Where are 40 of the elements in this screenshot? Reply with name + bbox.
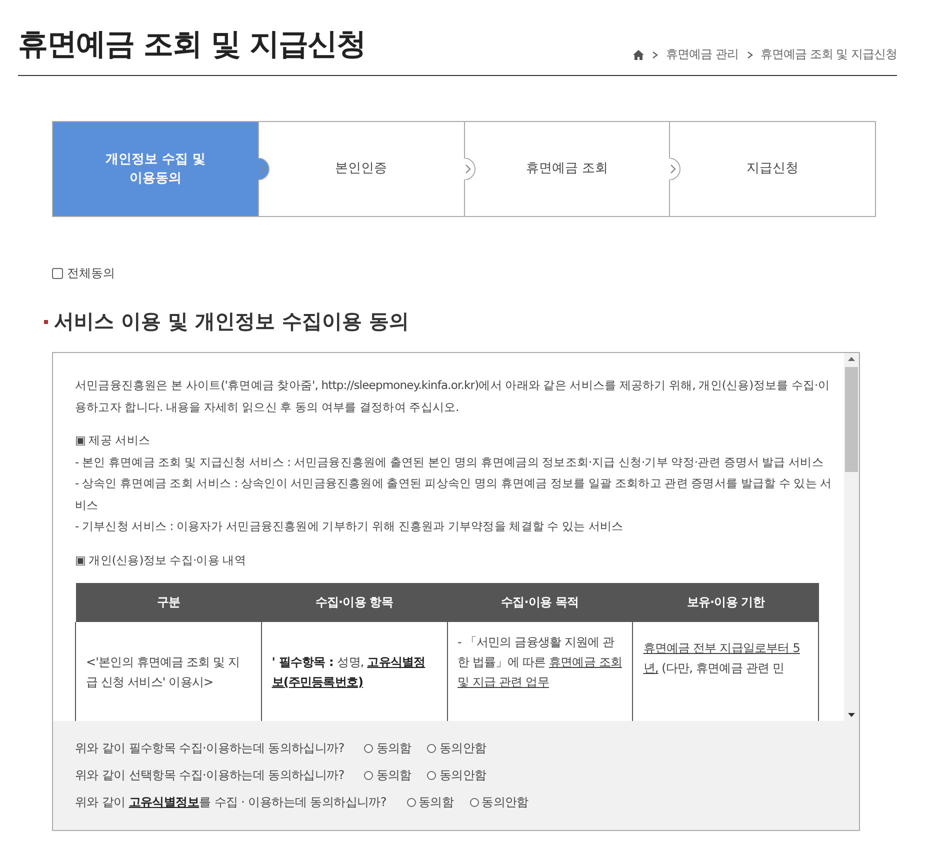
breadcrumb-link[interactable]: 휴면예금 조회 및 지급신청 — [760, 46, 897, 63]
bullet-icon — [44, 320, 48, 324]
question-text: 위와 같이 필수항목 수집·이용하는데 동의하십니까? — [75, 740, 344, 757]
radio-label: 동의안함 — [482, 794, 528, 811]
radio-label: 동의함 — [418, 794, 454, 811]
breadcrumb-link[interactable]: 휴면예금 관리 — [666, 46, 739, 63]
radio-button[interactable] — [427, 744, 436, 753]
radio-button[interactable] — [364, 744, 374, 753]
column-header: 수집·이용 목적 — [447, 583, 633, 622]
section-title: 서비스 이용 및 개인정보 수집이용 동의 — [54, 308, 409, 335]
page-title: 휴면예금 조회 및 지급신청 — [18, 26, 366, 64]
radio-label: 동의함 — [376, 740, 412, 757]
service-item: - 기부신청 서비스 : 이용자가 서민금융진흥원에 기부하기 위해 진흥원과 기부약정을 체결할 수 있는 서비스 — [75, 518, 624, 535]
question-text: 위와 같이 선택항목 수집·이용하는데 동의하십니까? — [75, 767, 344, 784]
radio-button[interactable] — [364, 771, 374, 780]
radio-label: 동의안함 — [439, 740, 486, 757]
checkbox-label: 전체동의 — [67, 265, 115, 282]
service-item: - 상속인 휴면예금 조회 서비스 : 상속인이 서민금융진흥원에 출연된 피상속인 명의 휴면예금 정보를 일괄 조회하고 관련 증명서를 발급할 수 있는 서비스 — [75, 475, 833, 514]
column-header: 보유·이용 기한 — [632, 583, 818, 622]
block-heading: ▣ 개인(신용)정보 수집·이용 내역 — [75, 552, 247, 568]
chevron-icon — [652, 50, 658, 58]
chevron-icon — [746, 50, 753, 58]
step-arrow-icon — [464, 158, 476, 180]
checkbox[interactable] — [52, 268, 63, 279]
step-arrow-icon — [258, 158, 270, 180]
block-heading: ▣ 제공 서비스 — [75, 432, 151, 449]
scrollbar[interactable] — [844, 353, 859, 721]
step-arrow-icon — [669, 158, 682, 180]
radio-button[interactable] — [427, 771, 436, 780]
intro-paragraph: 서민금융진흥원은 본 사이트('휴면예금 찾아줌', http://sleepmoney.kinfa.or.kr)에서 아래와 같은 서비스를 제공하기 위해, 개인(신용)정보를 수집·이용하고자 합니다. 내용을 자세히 읽으신 후 동의 여부를 결정하여 주십시오. — [75, 377, 830, 416]
radio-button[interactable] — [406, 798, 416, 807]
home-icon[interactable] — [633, 50, 644, 60]
column-header: 수집·이용 항목 — [261, 583, 447, 622]
scrollbar-thumb[interactable] — [845, 367, 858, 472]
column-header: 구분 — [76, 583, 262, 622]
question-text: 위와 같이 고유식별정보를 수집 · 이용하는데 동의하십니까? — [75, 794, 386, 811]
radio-button[interactable] — [470, 798, 479, 807]
radio-label: 동의안함 — [439, 767, 486, 784]
radio-label: 동의함 — [376, 767, 412, 784]
service-item: - 본인 휴면예금 조회 및 지급신청 서비스 : 서민금융진흥원에 출연된 본인 명의 휴면예금의 정보조회·지급 신청·기부 약정·관련 증명서 발급 서비스 — [75, 454, 824, 470]
